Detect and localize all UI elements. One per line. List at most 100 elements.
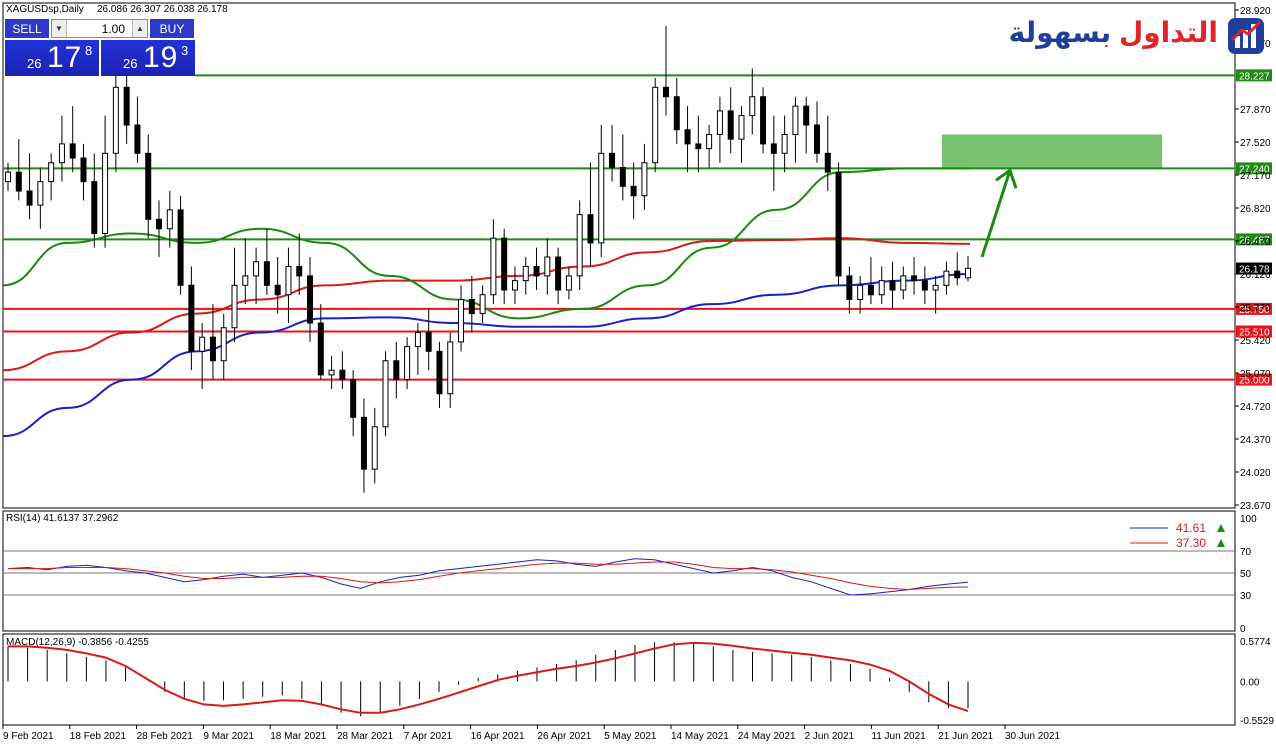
lot-size-value[interactable]: 1.00 xyxy=(102,22,125,36)
current-price-label: 26.178 xyxy=(1239,265,1270,276)
lot-increase-icon[interactable]: ▲ xyxy=(132,20,147,37)
candle-body xyxy=(544,256,551,277)
chart-canvas[interactable]: XAGUSDsp,Daily 26.086 26.307 26.038 26.1… xyxy=(0,0,1276,748)
buy-price-big: 19 xyxy=(143,41,179,74)
candle-body xyxy=(760,96,767,145)
date-tick-label-9: 5 May 2021 xyxy=(604,731,657,742)
candle-body xyxy=(673,96,680,131)
candle-16 xyxy=(177,195,184,295)
buy-button[interactable]: BUY xyxy=(150,19,194,38)
candle-body xyxy=(522,265,529,282)
candle-body xyxy=(954,270,961,279)
candle-body xyxy=(641,162,648,197)
price-tick-label-8: 25.770 xyxy=(1240,303,1271,314)
date-tick-label-0: 9 Feb 2021 xyxy=(3,731,54,742)
candle-body xyxy=(69,143,76,159)
candle-body xyxy=(48,162,55,183)
candle-body xyxy=(188,284,195,352)
candle-body xyxy=(37,181,44,206)
rsi-tick-label-2: 50 xyxy=(1240,569,1252,580)
candle-body xyxy=(533,265,540,277)
candle-body xyxy=(609,152,616,168)
buy-price-quote[interactable]: 26 19 3 xyxy=(101,40,195,76)
date-tick-label-8: 26 Apr 2021 xyxy=(537,731,591,742)
candle-body xyxy=(404,346,411,381)
sell-price-quote[interactable]: 26 17 8 xyxy=(5,40,99,76)
candle-body xyxy=(134,124,141,154)
candle-body xyxy=(619,166,626,187)
candle-body xyxy=(425,331,432,352)
price-tick-label-3: 27.520 xyxy=(1240,138,1271,149)
price-tick-label-11: 24.720 xyxy=(1240,402,1271,413)
sell-price-big: 17 xyxy=(47,41,83,74)
logo-chart-icon xyxy=(1228,18,1264,54)
date-tick-label-4: 18 Mar 2021 xyxy=(270,731,327,742)
candle-body xyxy=(889,280,896,291)
price-tick-label-4: 27.170 xyxy=(1240,171,1271,182)
buy-price-small: 26 xyxy=(123,56,138,71)
sell-button[interactable]: SELL xyxy=(5,19,49,38)
macd-tick-label-1: 0.00 xyxy=(1240,677,1260,688)
candle-body xyxy=(80,157,87,183)
candle-body xyxy=(317,322,324,376)
candle-body xyxy=(220,327,227,362)
candle-body xyxy=(587,214,594,244)
candle-70 xyxy=(760,87,767,154)
candle-body xyxy=(576,214,583,277)
date-tick-label-15: 30 Jun 2021 xyxy=(1005,731,1060,742)
candle-body xyxy=(878,280,885,296)
candle-body xyxy=(695,143,702,150)
candle-body xyxy=(393,360,400,381)
candle-body xyxy=(382,360,389,428)
price-tick-label-14: 23.670 xyxy=(1240,501,1271,512)
candle-body xyxy=(166,209,173,230)
price-tick-label-5: 26.820 xyxy=(1240,204,1271,215)
sell-price-sup: 8 xyxy=(85,43,93,58)
candle-body xyxy=(727,110,734,140)
candle-body xyxy=(458,298,465,343)
candle-body xyxy=(15,171,22,192)
lot-size-field[interactable]: ▼ 1.00 ▲ xyxy=(51,19,148,38)
ohlc-values: 26.086 26.307 26.038 26.178 xyxy=(97,4,228,15)
candle-body xyxy=(652,86,659,164)
rsi-tick-label-0: 100 xyxy=(1240,514,1257,525)
candle-body xyxy=(479,294,486,315)
candle-body xyxy=(555,256,562,291)
candle-body xyxy=(565,275,572,291)
candle-body xyxy=(26,190,33,206)
lot-decrease-icon[interactable]: ▼ xyxy=(52,20,67,37)
candle-body xyxy=(749,96,756,117)
price-tick-label-12: 24.370 xyxy=(1240,435,1271,446)
candle-body xyxy=(490,237,497,296)
candle-60 xyxy=(652,77,659,173)
candle-body xyxy=(242,275,249,286)
candle-body xyxy=(91,181,98,234)
candle-77 xyxy=(835,162,842,286)
candle-body xyxy=(824,152,831,173)
candle-body xyxy=(662,86,669,98)
date-tick-label-10: 14 May 2021 xyxy=(671,731,729,742)
candle-body xyxy=(684,129,691,145)
macd-tick-label-0: 0.5774 xyxy=(1240,637,1271,648)
price-tick-label-9: 25.420 xyxy=(1240,336,1271,347)
candle-body xyxy=(867,284,874,296)
date-tick-label-12: 2 Jun 2021 xyxy=(805,731,855,742)
sell-price-small: 26 xyxy=(27,56,42,71)
candle-body xyxy=(921,280,928,291)
rsi-tick-label-4: 0 xyxy=(1240,624,1246,635)
logo-text-blue: بسهولة xyxy=(1008,17,1112,48)
date-tick-label-3: 9 Mar 2021 xyxy=(203,731,254,742)
candle-body xyxy=(706,133,713,150)
logo-text-red: التداول xyxy=(1118,17,1218,48)
date-tick-label-2: 28 Feb 2021 xyxy=(137,731,194,742)
candle-body xyxy=(339,369,346,381)
level-label-0: 28.227 xyxy=(1239,71,1270,82)
candle-body xyxy=(911,275,918,282)
candle-body xyxy=(738,115,745,140)
date-tick-label-6: 7 Apr 2021 xyxy=(404,731,453,742)
buy-price-sup: 3 xyxy=(181,43,189,58)
candle-body xyxy=(360,416,367,470)
candle-body xyxy=(102,152,109,234)
candle-body xyxy=(630,185,637,197)
rsi-tick-label-1: 70 xyxy=(1240,547,1252,558)
